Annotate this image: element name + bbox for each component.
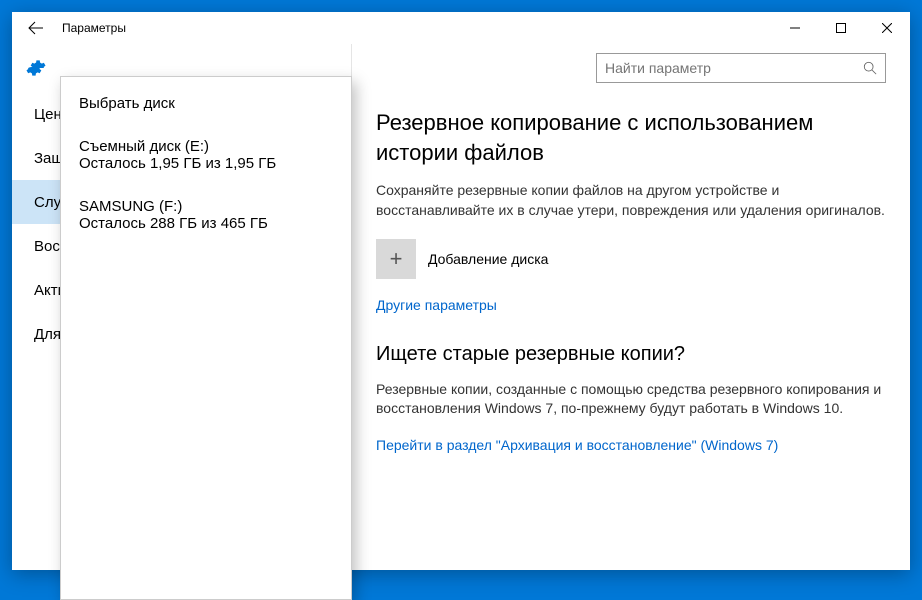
main-content: Резервное копирование с использованием и… xyxy=(376,92,886,570)
page-heading: Резервное копирование с использованием и… xyxy=(376,108,886,167)
gear-icon-svg xyxy=(26,58,46,78)
back-arrow-icon xyxy=(27,19,45,37)
right-column: Резервное копирование с использованием и… xyxy=(352,44,910,570)
more-options-link[interactable]: Другие параметры xyxy=(376,297,497,313)
disk-free: Осталось 288 ГБ из 465 ГБ xyxy=(79,215,333,232)
minimize-button[interactable] xyxy=(772,12,818,44)
window-body: Центр Защи Служ Восс Акти Для р Резервно… xyxy=(12,44,910,570)
gear-icon[interactable] xyxy=(12,58,60,78)
search-input[interactable] xyxy=(605,60,863,76)
close-icon xyxy=(882,23,892,33)
close-button[interactable] xyxy=(864,12,910,44)
back-button[interactable] xyxy=(20,12,52,44)
settings-window: Параметры Центр Защи Служ В xyxy=(12,12,910,570)
maximize-button[interactable] xyxy=(818,12,864,44)
window-title: Параметры xyxy=(62,21,126,35)
select-disk-popup: Выбрать диск Съемный диск (E:) Осталось … xyxy=(60,76,352,600)
search-row xyxy=(376,44,886,92)
disk-free: Осталось 1,95 ГБ из 1,95 ГБ xyxy=(79,155,333,172)
add-disk-label: Добавление диска xyxy=(428,251,548,267)
page-heading-2: Ищете старые резервные копии? xyxy=(376,343,886,366)
disk-name: SAMSUNG (F:) xyxy=(79,198,333,215)
titlebar: Параметры xyxy=(12,12,910,44)
page-paragraph-2: Резервные копии, созданные с помощью сре… xyxy=(376,380,886,419)
search-icon xyxy=(863,61,877,75)
add-disk-row[interactable]: + Добавление диска xyxy=(376,239,886,279)
minimize-icon xyxy=(790,23,800,33)
disk-item-0[interactable]: Съемный диск (E:) Осталось 1,95 ГБ из 1,… xyxy=(79,138,333,172)
window-controls xyxy=(772,12,910,44)
maximize-icon xyxy=(836,23,846,33)
page-paragraph: Сохраняйте резервные копии файлов на дру… xyxy=(376,181,886,220)
search-box[interactable] xyxy=(596,53,886,83)
plus-icon: + xyxy=(376,239,416,279)
disk-name: Съемный диск (E:) xyxy=(79,138,333,155)
popup-title: Выбрать диск xyxy=(79,95,333,112)
disk-item-1[interactable]: SAMSUNG (F:) Осталось 288 ГБ из 465 ГБ xyxy=(79,198,333,232)
win7-backup-link[interactable]: Перейти в раздел "Архивация и восстановл… xyxy=(376,437,778,453)
